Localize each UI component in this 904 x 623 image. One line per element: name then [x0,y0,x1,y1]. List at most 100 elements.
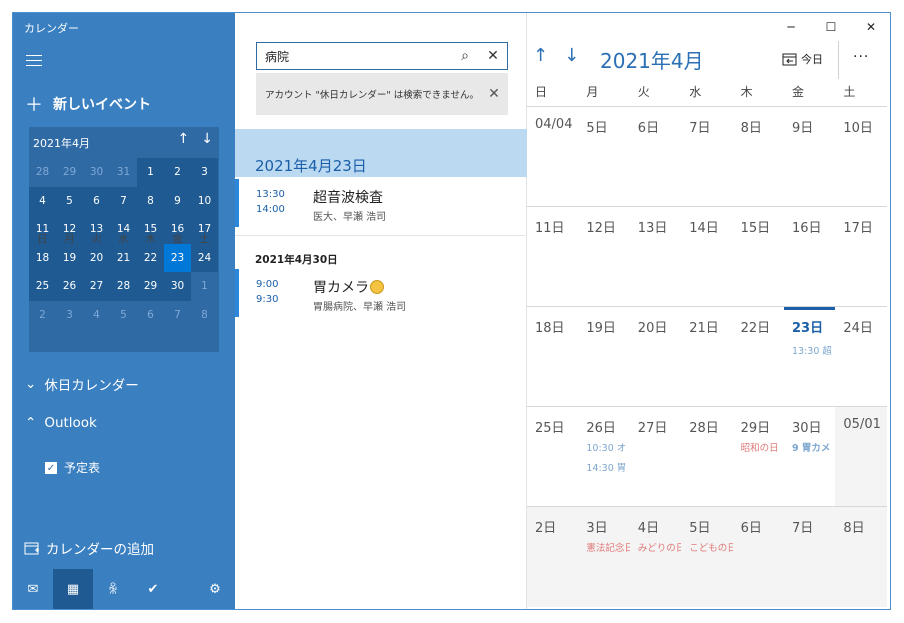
next-month-arrow-icon[interactable]: ↓ [564,45,579,66]
day-cell[interactable]: 22日 [733,307,784,407]
search-result-event[interactable]: 9:00 9:30 胃カメラ 胃腸病院、早瀬 浩司 [235,269,527,321]
mini-next-arrow-icon[interactable]: ↓ [201,131,213,147]
minimize-icon[interactable]: ─ [771,13,811,41]
schedule-checkbox[interactable]: ✓ 予定表 [45,459,100,476]
mini-day[interactable]: 28 [29,158,56,187]
day-cell[interactable]: 10日 [835,107,886,207]
mini-day[interactable]: 25 [29,272,56,301]
day-cell[interactable]: 23日 13:30 超 [784,307,836,407]
search-result-event[interactable]: 13:30 14:00 超音波検査 医大、早瀬 浩司 [235,179,527,231]
day-cell[interactable]: 30日 9 胃カメ [784,407,835,507]
day-cell[interactable]: 26日 10:30 オ 14:30 胃 [578,407,629,507]
mini-day[interactable]: 3 [56,301,83,330]
mini-day[interactable]: 1 [191,272,218,301]
mini-day[interactable]: 27 [83,272,110,301]
day-cell[interactable]: 4日 みどりの日 [629,507,682,607]
day-cell[interactable]: 28日 [681,407,732,507]
mini-day[interactable]: 4 [83,301,110,330]
day-cell[interactable]: 5日 [578,107,629,207]
outlook-group-label: Outlook [44,415,97,431]
outlook-group[interactable]: ⌃ Outlook [25,415,97,431]
day-event[interactable]: 14:30 胃 [586,460,630,474]
todo-icon[interactable]: ✔ [133,569,173,609]
day-cell[interactable]: 21日 [681,307,732,407]
day-cell[interactable]: 04/04 [527,107,578,207]
add-calendar-button[interactable]: カレンダーの追加 [24,538,154,558]
mail-icon[interactable]: ✉ [13,569,53,609]
day-cell[interactable]: 12日 [578,207,629,307]
calendar-icon[interactable]: ▦ [53,569,93,609]
search-box[interactable]: 病院 ⌕ ✕ [256,42,508,70]
mini-day[interactable]: 30 [164,272,191,301]
day-cell[interactable]: 18日 [527,307,578,407]
day-cell[interactable]: 8日 [835,507,887,607]
settings-gear-icon[interactable]: ⚙ [195,569,235,609]
mini-day[interactable]: 7 [164,301,191,330]
mini-day[interactable]: 9 [164,186,191,215]
mini-calendar-month[interactable]: 2021年4月 [33,135,90,151]
close-icon[interactable]: ✕ [851,13,890,41]
day-cell[interactable]: 7日 [681,107,732,207]
mini-day[interactable]: 6 [83,186,110,215]
day-cell[interactable]: 24日 [835,307,886,407]
mini-day[interactable]: 29 [56,158,83,187]
holiday-calendar-group[interactable]: ⌄ 休日カレンダー [25,374,139,394]
today-button[interactable]: 今日 [782,51,823,67]
day-cell[interactable]: 19日 [578,307,629,407]
day-cell[interactable]: 17日 [835,207,886,307]
mini-day[interactable]: 3 [191,158,218,187]
mini-day[interactable]: 28 [110,272,137,301]
day-cell[interactable]: 20日 [630,307,681,407]
mini-day[interactable]: 29 [137,272,164,301]
mini-day[interactable]: 10 [191,186,218,215]
day-cell[interactable]: 6日 [732,507,784,607]
day-cell[interactable]: 16日 [784,207,835,307]
hamburger-menu-icon[interactable] [26,55,42,67]
day-event[interactable]: 13:30 超 [792,343,836,357]
clear-search-icon[interactable]: ✕ [479,48,507,64]
mini-prev-arrow-icon[interactable]: ↑ [178,131,190,147]
day-cell[interactable]: 05/01 [835,407,887,507]
day-cell[interactable]: 6日 [630,107,681,207]
day-cell[interactable]: 7日 [784,507,836,607]
mini-day[interactable]: 5 [110,301,137,330]
day-cell[interactable]: 29日 昭和の日 [733,407,784,507]
people-icon[interactable]: ꆜ [93,569,133,609]
day-cell[interactable]: 25日 [527,407,578,507]
month-title[interactable]: 2021年4月 [600,45,704,74]
mini-day[interactable]: 30 [83,158,110,187]
day-cell[interactable]: 5日 こどもの日 [681,507,733,607]
day-cell[interactable]: 13日 [630,207,681,307]
mini-day[interactable]: 7 [110,186,137,215]
new-event-button[interactable]: ＋ 新しいイベント [25,91,151,117]
day-cell[interactable]: 3日 憲法記念日 [578,507,630,607]
day-number: 4日 [637,521,660,536]
close-notice-icon[interactable]: ✕ [480,86,508,102]
more-options-icon[interactable]: ··· [853,49,869,65]
mini-day[interactable]: 8 [191,301,218,330]
day-cell[interactable]: 9日 [784,107,835,207]
prev-month-arrow-icon[interactable]: ↑ [533,45,548,66]
day-cell[interactable]: 11日 [527,207,578,307]
mini-day[interactable]: 2 [29,301,56,330]
mini-day[interactable]: 4 [29,186,56,215]
day-cell[interactable]: 14日 [681,207,732,307]
search-icon[interactable]: ⌕ [451,48,479,64]
day-cell[interactable]: 2日 [527,507,579,607]
mini-dow-label: 月 [64,232,75,245]
day-cell[interactable]: 15日 [733,207,784,307]
day-cell[interactable]: 8日 [733,107,784,207]
mini-day[interactable]: 5 [56,186,83,215]
day-event[interactable]: 10:30 オ [586,440,630,454]
day-event[interactable]: 9 胃カメ [792,440,836,454]
mini-day[interactable]: 31 [110,158,137,187]
mini-day[interactable]: 6 [137,301,164,330]
mini-day[interactable]: 26 [56,272,83,301]
maximize-icon[interactable]: ☐ [811,13,851,41]
day-number: 18日 [535,321,565,336]
day-cell[interactable]: 27日 [630,407,681,507]
mini-day[interactable]: 1 [137,158,164,187]
mini-day[interactable]: 8 [137,186,164,215]
mini-day[interactable]: 2 [164,158,191,187]
search-input[interactable]: 病院 [257,48,451,65]
